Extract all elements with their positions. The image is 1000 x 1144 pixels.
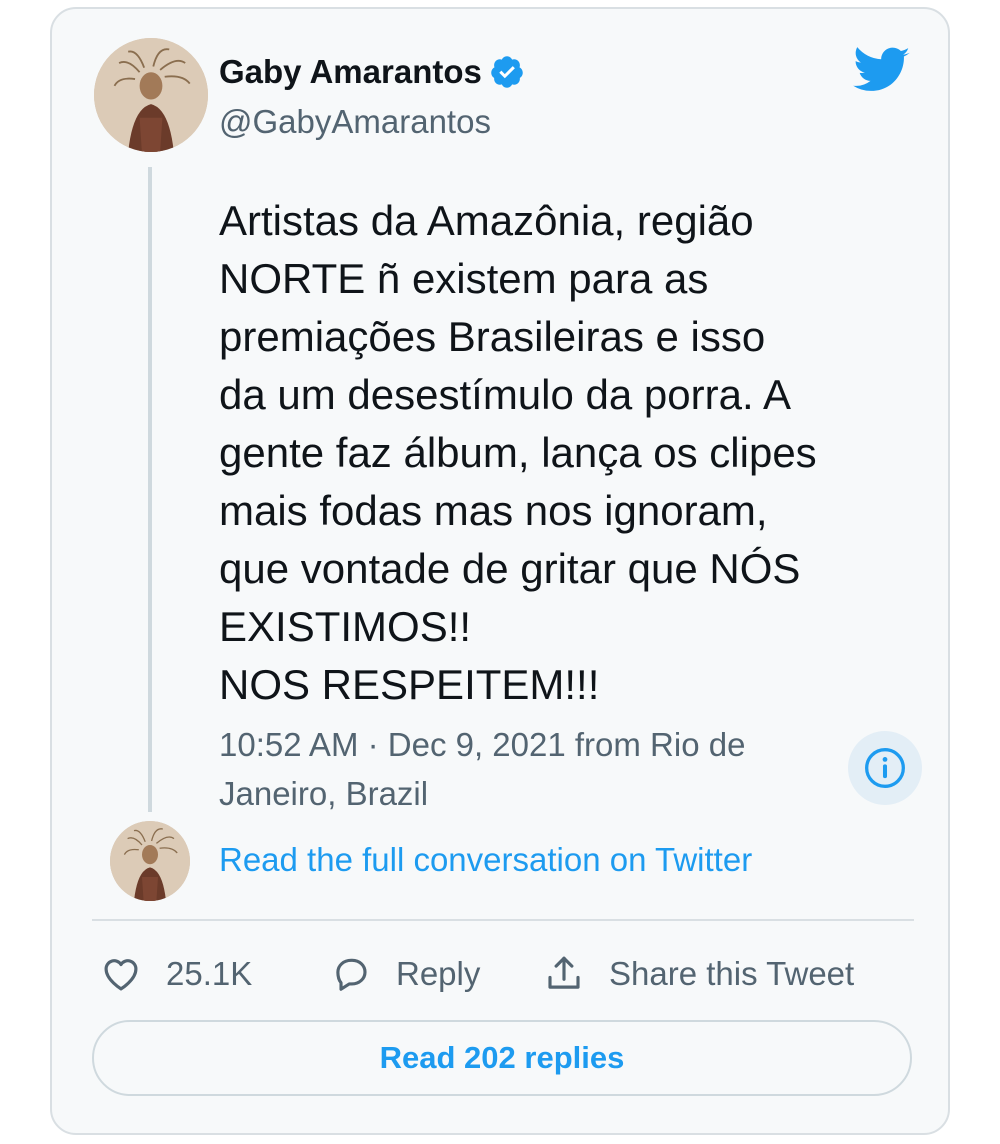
divider xyxy=(92,919,914,921)
tweet-timestamp[interactable]: 10:52 AM · Dec 9, 2021 from Rio de Janei… xyxy=(219,720,819,818)
read-replies-label: Read 202 replies xyxy=(379,1040,625,1075)
thread-connector-line xyxy=(148,167,152,812)
like-button[interactable]: 25.1K xyxy=(100,949,252,999)
twitter-bird-icon[interactable] xyxy=(853,47,911,95)
info-button[interactable] xyxy=(848,731,922,805)
tweet-card: Gaby Amarantos @GabyAmarantos Artistas d… xyxy=(50,7,950,1135)
avatar-image xyxy=(94,38,208,152)
share-tweet-button[interactable]: Share this Tweet xyxy=(543,949,854,999)
heart-icon xyxy=(100,953,142,995)
verified-badge-icon xyxy=(489,54,525,90)
author-name-text: Gaby Amarantos xyxy=(219,53,482,90)
read-replies-button[interactable]: Read 202 replies xyxy=(92,1020,912,1096)
tweet-text: Artistas da Amazônia, região NORTE ñ exi… xyxy=(219,197,817,708)
author-handle[interactable]: @GabyAmarantos xyxy=(219,103,491,141)
author-avatar[interactable] xyxy=(94,38,208,152)
speech-bubble-icon xyxy=(330,953,372,995)
avatar-image xyxy=(110,821,190,901)
author-avatar-small[interactable] xyxy=(110,821,190,901)
share-upload-icon xyxy=(543,953,585,995)
reply-button[interactable]: Reply xyxy=(330,949,480,999)
share-label: Share this Tweet xyxy=(609,955,855,992)
author-display-name[interactable]: Gaby Amarantos xyxy=(219,53,525,91)
info-icon xyxy=(865,748,905,788)
read-full-conversation-link[interactable]: Read the full conversation on Twitter xyxy=(219,841,752,879)
like-count: 25.1K xyxy=(166,955,253,992)
reply-label: Reply xyxy=(396,955,481,992)
